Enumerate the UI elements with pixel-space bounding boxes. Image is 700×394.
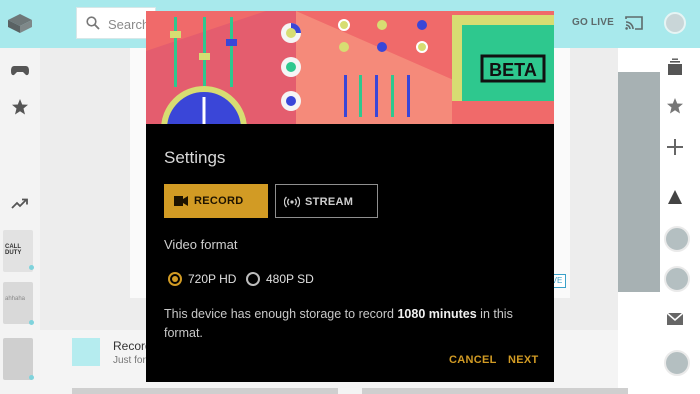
cancel-button[interactable]: CANCEL xyxy=(449,354,497,366)
account-avatar[interactable] xyxy=(664,12,686,34)
record-card-icon xyxy=(72,338,100,366)
radio-720p-hd[interactable]: 720P HD xyxy=(168,271,248,289)
radio-selected-indicator xyxy=(168,272,182,286)
trending-icon[interactable] xyxy=(11,196,29,212)
radio-label: 720P HD xyxy=(188,272,237,286)
search-placeholder: Search xyxy=(108,17,150,32)
video-card[interactable] xyxy=(72,388,338,394)
cast-icon[interactable] xyxy=(625,15,643,30)
live-indicator-dot xyxy=(29,265,34,270)
beta-banner-illustration: BETA xyxy=(146,11,554,124)
triangle-icon[interactable] xyxy=(666,188,684,206)
search-box[interactable]: Search xyxy=(76,7,156,39)
live-indicator-dot xyxy=(29,320,34,325)
next-button[interactable]: NEXT xyxy=(508,354,539,366)
search-icon xyxy=(86,16,100,30)
radio-unselected-indicator xyxy=(246,272,260,286)
video-format-label: Video format xyxy=(164,237,238,252)
storage-info-text: This device has enough storage to record… xyxy=(164,305,534,343)
mail-icon[interactable] xyxy=(666,310,684,328)
subscriptions-icon[interactable] xyxy=(666,58,684,76)
channel-avatar[interactable] xyxy=(664,266,690,292)
recording-minutes: 1080 minutes xyxy=(397,307,477,321)
record-mode-label: RECORD xyxy=(194,195,244,207)
info-prefix: This device has enough storage to record xyxy=(164,307,398,321)
video-camera-icon xyxy=(174,196,188,206)
channel-thumbnail[interactable] xyxy=(3,338,33,380)
record-card-subtitle: Just for xyxy=(113,355,146,366)
stream-mode-button[interactable]: STREAM xyxy=(275,184,378,218)
background-artwork xyxy=(618,72,660,292)
channel-thumbnail[interactable]: ahhaha xyxy=(3,282,33,324)
star-icon[interactable] xyxy=(11,99,29,115)
plus-icon[interactable] xyxy=(666,138,684,156)
thumbnail-label: ahhaha xyxy=(5,296,26,302)
app-logo-icon[interactable] xyxy=(6,12,34,34)
gaming-controller-icon[interactable] xyxy=(11,62,29,78)
broadcast-icon xyxy=(284,196,300,208)
dialog-title: Settings xyxy=(164,148,226,167)
radio-label: 480P SD xyxy=(266,272,314,286)
video-card[interactable] xyxy=(362,388,628,394)
go-live-button[interactable]: GO LIVE xyxy=(572,17,614,28)
star-icon[interactable] xyxy=(666,97,684,115)
stream-mode-label: STREAM xyxy=(305,196,354,208)
radio-480p-sd[interactable]: 480P SD xyxy=(246,271,326,289)
beta-badge: BETA xyxy=(489,60,537,80)
channel-avatar[interactable] xyxy=(664,350,690,376)
channel-avatar[interactable] xyxy=(664,226,690,252)
record-mode-button[interactable]: RECORD xyxy=(164,184,268,218)
capture-settings-dialog: BETA Settings RECORD STREAM Video format… xyxy=(146,11,554,382)
live-indicator-dot xyxy=(29,375,34,380)
thumbnail-label: CALL DUTY xyxy=(5,244,22,256)
